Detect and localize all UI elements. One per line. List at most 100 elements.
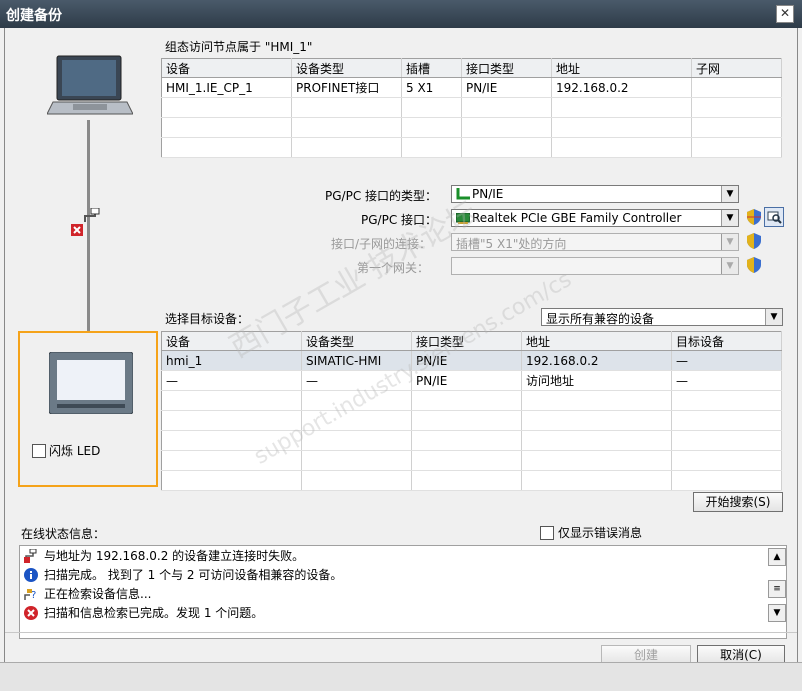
cell: 192.168.0.2 [551, 77, 692, 98]
cell: — [671, 370, 782, 391]
target-filter-select[interactable]: 显示所有兼容的设备 ▼ [541, 308, 783, 326]
table-row[interactable]: hmi_1 SIMATIC-HMI PN/IE 192.168.0.2 — [161, 350, 782, 371]
errors-only-label: 仅显示错误消息 [558, 526, 643, 540]
target-filter-value: 显示所有兼容的设备 [546, 312, 655, 326]
access-node-table: 设备 设备类型 插槽 接口类型 地址 子网 HMI_1.IE_CP_1 PROF… [161, 58, 782, 158]
diagnostics-button[interactable] [764, 207, 784, 227]
table-row [161, 430, 782, 451]
shield-icon [747, 257, 761, 273]
cell: — [161, 370, 302, 391]
column-header: 设备类型 [301, 331, 412, 351]
scroll-up-button[interactable]: ▲ [768, 548, 786, 566]
conn-select[interactable]: 插槽"5 X1"处的方向 ▼ [451, 233, 739, 251]
start-search-button[interactable]: 开始搜索(S) [693, 492, 783, 512]
button-bar-divider [5, 632, 797, 633]
cell [691, 77, 782, 98]
chevron-down-icon[interactable]: ▼ [721, 234, 738, 250]
cell: 访问地址 [521, 370, 672, 391]
title-bar: 创建备份 ✕ [0, 0, 802, 28]
table-row [161, 390, 782, 411]
table-row [161, 410, 782, 431]
column-header: 子网 [691, 58, 782, 78]
column-header: 插槽 [401, 58, 462, 78]
window-title: 创建备份 [6, 8, 62, 24]
message-text: 扫描完成。 找到了 1 个与 2 可访问设备相兼容的设备。 [44, 568, 343, 582]
error-icon [24, 605, 38, 620]
table-row [161, 470, 782, 491]
column-header: 设备类型 [291, 58, 402, 78]
shield-icon [747, 233, 761, 249]
diagnostics-icon [767, 211, 782, 224]
table-row[interactable]: — — PN/IE 访问地址 — [161, 370, 782, 391]
pg-laptop-icon [47, 55, 133, 115]
chevron-down-icon[interactable]: ▼ [721, 258, 738, 274]
close-button[interactable]: ✕ [776, 5, 794, 23]
chevron-down-icon[interactable]: ▼ [721, 186, 738, 202]
cell: HMI_1.IE_CP_1 [161, 77, 292, 98]
list-item: 与地址为 192.168.0.2 的设备建立连接时失败。 [24, 547, 304, 565]
table-row [161, 137, 782, 158]
if-type-label: PG/PC 接口的类型： [325, 189, 438, 203]
message-text: 正在检索设备信息... [44, 587, 152, 601]
cell: — [301, 370, 412, 391]
if-select[interactable]: Realtek PCIe GBE Family Controller ▼ [451, 209, 739, 227]
shield-icon [747, 209, 761, 225]
scroll-thumb[interactable]: ≡ [768, 580, 786, 598]
scroll-down-button[interactable]: ▼ [768, 604, 786, 622]
list-item: 扫描完成。 找到了 1 个与 2 可访问设备相兼容的设备。 [24, 566, 342, 584]
connection-error-icon [24, 548, 37, 563]
network-node-icon [84, 208, 100, 222]
cell: hmi_1 [161, 350, 302, 371]
access-node-heading: 组态访问节点属于 "HMI_1" [165, 40, 313, 54]
status-message-list: 与地址为 192.168.0.2 的设备建立连接时失败。 扫描完成。 找到了 1… [19, 545, 787, 639]
table-row [161, 97, 782, 118]
table-row [161, 117, 782, 138]
cell: PN/IE [411, 350, 522, 371]
search-progress-icon: ? [24, 588, 36, 601]
cell: PN/IE [461, 77, 552, 98]
cell: PN/IE [411, 370, 522, 391]
cell: SIMATIC-HMI [301, 350, 412, 371]
if-type-select[interactable]: PN/IE ▼ [451, 185, 739, 203]
taskbar-strip [0, 662, 802, 691]
cell: PROFINET接口 [291, 77, 402, 98]
status-label: 在线状态信息： [21, 527, 106, 541]
column-header: 接口类型 [411, 331, 522, 351]
errors-only-checkbox[interactable] [540, 526, 554, 540]
flash-led-checkbox[interactable] [32, 444, 46, 458]
column-header: 地址 [551, 58, 692, 78]
message-text: 与地址为 192.168.0.2 的设备建立连接时失败。 [44, 549, 305, 563]
table-row[interactable]: HMI_1.IE_CP_1 PROFINET接口 5 X1 PN/IE 192.… [161, 77, 782, 98]
cell: — [671, 350, 782, 371]
dialog-body: 闪烁 LED 组态访问节点属于 "HMI_1" 设备 设备类型 插槽 接口类型 … [4, 28, 798, 665]
chevron-down-icon[interactable]: ▼ [765, 309, 782, 325]
flash-led-label: 闪烁 LED [49, 444, 101, 458]
connection-line [87, 120, 90, 352]
target-device-table: 设备 设备类型 接口类型 地址 目标设备 hmi_1 SIMATIC-HMI P… [161, 331, 782, 491]
if-value: Realtek PCIe GBE Family Controller [472, 211, 682, 225]
list-item: ? 正在检索设备信息... [24, 585, 151, 603]
chevron-down-icon[interactable]: ▼ [721, 210, 738, 226]
conn-label: 接口/子网的连接： [331, 237, 432, 251]
hmi-panel-icon [49, 352, 133, 414]
column-header: 接口类型 [461, 58, 552, 78]
column-header: 地址 [521, 331, 672, 351]
cell: 5 X1 [401, 77, 462, 98]
pn-ie-icon [456, 188, 470, 200]
column-header: 目标设备 [671, 331, 782, 351]
cell: 192.168.0.2 [521, 350, 672, 371]
column-header: 设备 [161, 331, 302, 351]
network-card-icon [456, 213, 470, 224]
target-label: 选择目标设备： [165, 312, 250, 326]
message-text: 扫描和信息检索已完成。发现 1 个问题。 [44, 606, 264, 620]
connection-error-icon [71, 224, 83, 236]
gateway-select[interactable]: ▼ [451, 257, 739, 275]
if-label: PG/PC 接口： [361, 213, 438, 227]
gateway-label: 第一个网关： [357, 261, 430, 275]
table-row [161, 450, 782, 471]
if-type-value: PN/IE [472, 187, 504, 201]
info-icon [24, 567, 38, 582]
list-item: 扫描和信息检索已完成。发现 1 个问题。 [24, 604, 263, 622]
column-header: 设备 [161, 58, 292, 78]
conn-value: 插槽"5 X1"处的方向 [456, 237, 567, 251]
